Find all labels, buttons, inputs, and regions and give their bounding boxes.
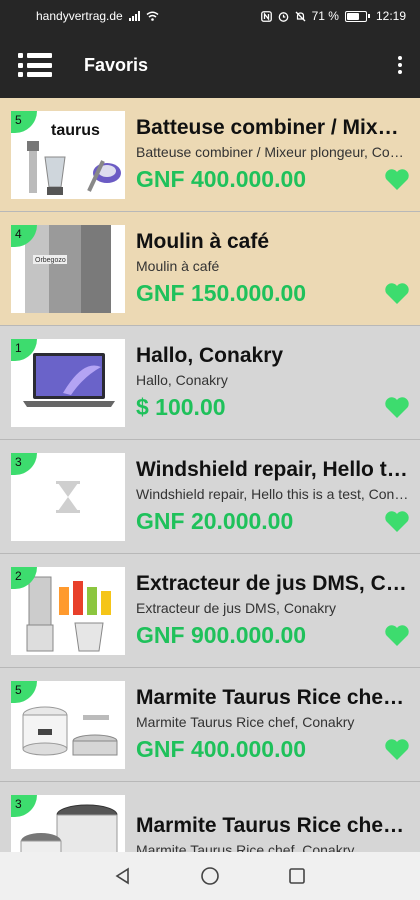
carrier-label: handyvertrag.de	[36, 9, 123, 23]
item-price: GNF 400.000.00	[136, 736, 307, 762]
mute-icon	[295, 11, 306, 21]
app-toolbar: Favoris	[0, 32, 420, 98]
item-thumbnail: 3	[11, 794, 125, 852]
item-title: Extracteur de jus DMS, Conakry	[136, 572, 410, 595]
favorite-heart-icon[interactable]	[384, 510, 410, 533]
favorite-heart-icon[interactable]	[384, 738, 410, 761]
item-title: Batteuse combiner / Mixeur plongeur	[136, 116, 410, 139]
favorite-heart-icon[interactable]	[384, 282, 410, 305]
item-subtitle: Extracteur de jus DMS, Conakry	[136, 600, 336, 616]
item-thumbnail: taurus 5	[11, 110, 125, 199]
item-title: Marmite Taurus Rice chef, Conakry	[136, 686, 410, 709]
item-thumbnail: Orbegozo 4	[11, 224, 125, 313]
item-thumbnail: 5	[11, 680, 125, 769]
more-vert-icon[interactable]	[398, 56, 402, 74]
status-bar: handyvertrag.de 71 % 12:19	[0, 0, 420, 32]
favorite-heart-icon[interactable]	[384, 396, 410, 419]
list-item[interactable]: 3 Marmite Taurus Rice chef, Conakry Marm…	[0, 782, 420, 852]
favorites-list[interactable]: taurus 5 Batteuse combiner / Mixeur plon…	[0, 98, 420, 852]
nfc-icon	[260, 10, 272, 22]
list-item[interactable]: 3 Windshield repair, Hello this is a tes…	[0, 440, 420, 554]
clock: 12:19	[375, 9, 406, 23]
item-title: Marmite Taurus Rice chef, Conakry	[136, 813, 410, 837]
item-title: Moulin à café	[136, 230, 270, 253]
list-item[interactable]: 1 Hallo, Conakry Hallo, Conakry $ 100.00	[0, 326, 420, 440]
favorite-heart-icon[interactable]	[384, 624, 410, 647]
item-thumbnail: 1	[11, 338, 125, 427]
list-item[interactable]: 5 Marmite Taurus Rice chef, Conakry Marm…	[0, 668, 420, 782]
item-price: GNF 20.000.00	[136, 508, 294, 534]
item-subtitle: Batteuse combiner / Mixeur plongeur, Con…	[136, 144, 410, 160]
item-subtitle: Marmite Taurus Rice chef, Conakry	[136, 841, 355, 853]
item-price: GNF 150.000.00	[136, 280, 307, 306]
item-thumbnail: 3	[11, 452, 125, 541]
page-title: Favoris	[84, 54, 149, 75]
item-subtitle: Hallo, Conakry	[136, 372, 228, 388]
wifi-icon	[146, 11, 159, 21]
list-item[interactable]: 2 Extracteur de jus DMS, Conakry Extract…	[0, 554, 420, 668]
menu-icon[interactable]	[18, 53, 52, 77]
item-price: $ 100.00	[136, 394, 226, 420]
item-subtitle: Moulin à café	[136, 258, 220, 274]
list-item[interactable]: taurus 5 Batteuse combiner / Mixeur plon…	[0, 98, 420, 212]
recents-square-icon[interactable]	[288, 867, 306, 885]
item-thumbnail: 2	[11, 566, 125, 655]
battery-icon	[344, 10, 370, 22]
item-price: GNF 400.000.00	[136, 166, 307, 192]
item-price: GNF 900.000.00	[136, 622, 307, 648]
grinder-brand-text: Orbegozo	[35, 257, 66, 264]
favorite-heart-icon[interactable]	[384, 168, 410, 191]
item-title: Windshield repair, Hello this is a test	[136, 458, 410, 481]
battery-percent: 71 %	[311, 9, 339, 23]
signal-icon	[128, 11, 140, 21]
item-subtitle: Windshield repair, Hello this is a test,…	[136, 486, 410, 502]
taurus-logo-text: taurus	[51, 122, 100, 139]
back-triangle-icon[interactable]	[114, 867, 132, 885]
alarm-icon	[278, 11, 288, 22]
item-title: Hallo, Conakry	[136, 344, 284, 367]
list-item[interactable]: Orbegozo 4 Moulin à café Moulin à café G…	[0, 212, 420, 326]
item-subtitle: Marmite Taurus Rice chef, Conakry	[136, 714, 355, 730]
home-circle-icon[interactable]	[200, 866, 220, 886]
system-nav-bar	[0, 852, 420, 900]
